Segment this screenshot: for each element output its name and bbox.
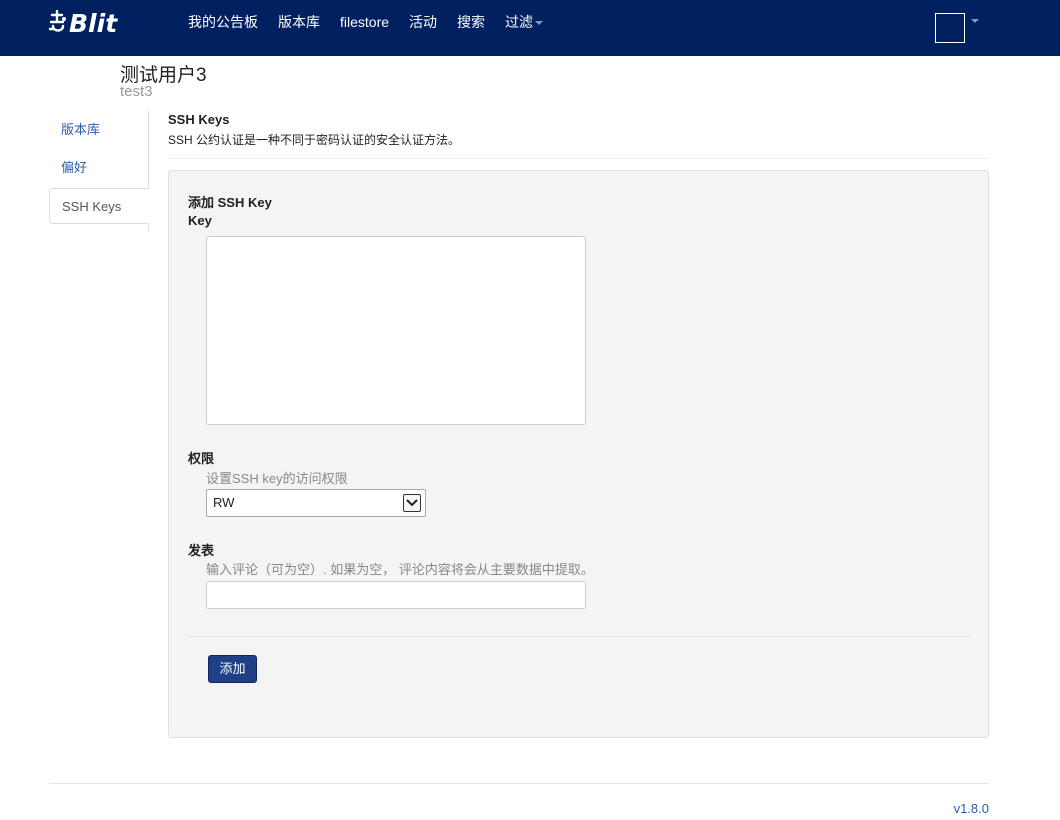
brand-logo[interactable]: Blit — [48, 8, 117, 38]
user-avatar[interactable] — [935, 13, 965, 43]
section-description: SSH 公约认证是一种不同于密码认证的安全认证方法。 — [168, 133, 461, 147]
nav-label: filestore — [340, 14, 390, 30]
chevron-down-icon — [403, 494, 421, 512]
nav-item-repositories[interactable]: 版本库 — [268, 12, 330, 32]
chevron-down-icon — [535, 20, 544, 25]
key-label: Key — [188, 213, 212, 228]
form-divider — [188, 636, 969, 637]
nav-item-filter-dropdown[interactable]: 过滤 — [495, 12, 553, 32]
tab-ssh-keys[interactable]: SSH Keys — [49, 188, 149, 224]
top-navbar: Blit 我的公告板 版本库 filestore 活动 搜索 过滤 — [0, 0, 1060, 56]
add-button[interactable]: 添加 — [208, 655, 257, 683]
comment-input[interactable] — [206, 581, 586, 609]
divider — [168, 158, 989, 159]
tab-repositories[interactable]: 版本库 — [49, 112, 149, 148]
key-textarea[interactable] — [206, 236, 586, 425]
main-nav: 我的公告板 版本库 filestore 活动 搜索 过滤 — [178, 0, 553, 44]
permission-label: 权限 — [188, 451, 215, 466]
footer-divider — [49, 783, 989, 784]
nav-item-search[interactable]: 搜索 — [447, 12, 495, 32]
comment-label: 发表 — [188, 543, 215, 558]
side-tabs: 版本库 偏好 SSH Keys — [49, 111, 149, 231]
nav-item-dashboard[interactable]: 我的公告板 — [178, 12, 268, 32]
nav-label: 活动 — [409, 14, 438, 30]
version-link[interactable]: v1.8.0 — [954, 801, 989, 816]
chevron-down-icon[interactable] — [971, 19, 979, 23]
nav-label: 版本库 — [278, 14, 320, 30]
nav-label: 过滤 — [505, 14, 534, 30]
section-title: SSH Keys — [168, 112, 230, 127]
nav-label: 我的公告板 — [188, 14, 258, 30]
user-username: test3 — [120, 83, 153, 100]
comment-help: 输入评论（可为空）. 如果为空， 评论内容将会从主要数据中提取。 — [206, 562, 594, 577]
nav-item-filestore[interactable]: filestore — [330, 14, 399, 30]
form-title: 添加 SSH Key — [188, 195, 272, 210]
nav-item-activity[interactable]: 活动 — [399, 12, 447, 32]
tab-preferences[interactable]: 偏好 — [49, 150, 149, 186]
add-ssh-key-form: 添加 SSH Key Key 权限 设置SSH key的访问权限 RW 发表 输… — [168, 170, 989, 738]
git-logo-icon — [48, 9, 68, 36]
nav-label: 搜索 — [457, 14, 486, 30]
permission-help: 设置SSH key的访问权限 — [206, 471, 348, 486]
brand-text: Blit — [69, 8, 118, 38]
permission-select[interactable]: RW — [206, 489, 426, 517]
permission-selected-value: RW — [213, 495, 235, 510]
